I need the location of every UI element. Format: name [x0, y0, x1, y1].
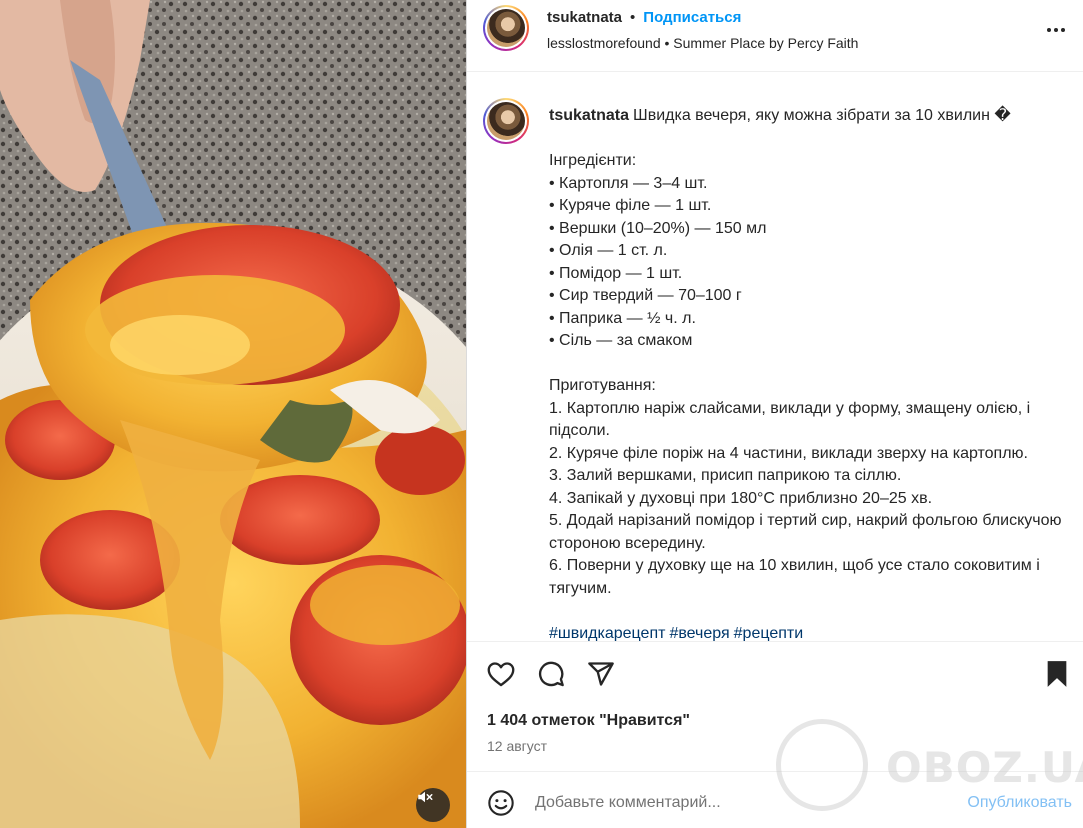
publish-comment-button[interactable]: Опубликовать: [967, 794, 1072, 812]
caption-line: • Куряче філе — 1 шт.: [549, 197, 712, 214]
hashtags: #швидкарецепт #вечеря #рецепти: [549, 623, 1073, 642]
hashtag-link[interactable]: #рецепти: [734, 625, 804, 642]
caption-line: 5. Додай нарізаний помідор і тертий сир,…: [549, 512, 1062, 552]
post-caption: tsukatnata Швидка вечеря, яку можна зібра…: [549, 105, 1073, 641]
comment-bar: Опубликовать: [467, 771, 1083, 828]
post-date[interactable]: 12 август: [487, 738, 547, 754]
caption-line: Приготування:: [549, 377, 656, 394]
share-button[interactable]: [585, 658, 617, 690]
more-options-button[interactable]: [1044, 18, 1068, 42]
save-button[interactable]: [1041, 658, 1073, 690]
paper-plane-icon: [588, 662, 614, 686]
audio-attribution-link[interactable]: lesslostmorefound • Summer Place by Perc…: [547, 35, 858, 51]
post-details-panel: tsukatnata • Подписаться lesslostmorefou…: [466, 0, 1083, 828]
caption-line: Швидка вечеря, яку можна зібрати за 10 х…: [633, 107, 1011, 124]
caption-scroll-area[interactable]: tsukatnata Швидка вечеря, яку можна зібра…: [467, 73, 1083, 641]
separator-dot: •: [630, 9, 636, 26]
caption-line: • Картопля — 3–4 шт.: [549, 174, 708, 192]
caption-line: • Паприка — ½ ч. л.: [549, 309, 696, 327]
caption-line: 6. Поверни у духовку ще на 10 хвилин, що…: [549, 557, 1040, 597]
bookmark-icon: [1047, 661, 1067, 687]
caption-line: [549, 353, 1073, 376]
mute-toggle-button[interactable]: [416, 788, 450, 822]
comment-input[interactable]: [535, 788, 925, 818]
caption-line: • Олія — 1 ст. л.: [549, 242, 668, 259]
heart-icon: [487, 662, 515, 687]
caption-line: • Вершки (10–20%) — 150 мл: [549, 219, 767, 237]
more-horizontal-icon: [1047, 28, 1065, 32]
caption-line: Інгредієнти:: [549, 152, 637, 169]
caption-line: • Сир твердий — 70–100 г: [549, 287, 742, 304]
caption-line: 3. Залий вершками, присип паприкою та сі…: [549, 467, 902, 484]
author-avatar[interactable]: [483, 5, 529, 51]
follow-button[interactable]: Подписаться: [643, 9, 741, 26]
caption-line: • Помідор — 1 шт.: [549, 264, 683, 282]
caption-line: • Сіль — за смаком: [549, 332, 693, 349]
comment-bubble-icon: [538, 661, 564, 687]
caption-line: 4. Запікай у духовці при 180°C приблизно…: [549, 489, 933, 507]
like-button[interactable]: [485, 658, 517, 690]
caption-line: 1. Картоплю наріж слайсами, виклади у фо…: [549, 399, 1031, 440]
caption-line: [549, 128, 1073, 151]
caption-line: [549, 600, 1073, 623]
post-actions: 1 404 отметок "Нравится" 12 август: [467, 641, 1083, 771]
hashtag-link[interactable]: #вечеря: [669, 625, 729, 642]
food-photo: [0, 0, 466, 828]
caption-author-avatar[interactable]: [483, 98, 529, 144]
caption-line: 2. Куряче філе поріж на 4 частини, викла…: [549, 444, 1028, 462]
likes-count[interactable]: 1 404 отметок "Нравится": [487, 712, 690, 730]
speaker-muted-icon: [418, 791, 433, 803]
caption-author-link[interactable]: tsukatnata: [549, 107, 629, 124]
post-media[interactable]: [0, 0, 466, 828]
smiley-icon[interactable]: [487, 789, 515, 817]
hashtag-link[interactable]: #швидкарецепт: [549, 625, 665, 642]
comment-button[interactable]: [535, 658, 567, 690]
author-username-link[interactable]: tsukatnata: [547, 9, 622, 26]
post-header: tsukatnata • Подписаться lesslostmorefou…: [467, 0, 1083, 72]
